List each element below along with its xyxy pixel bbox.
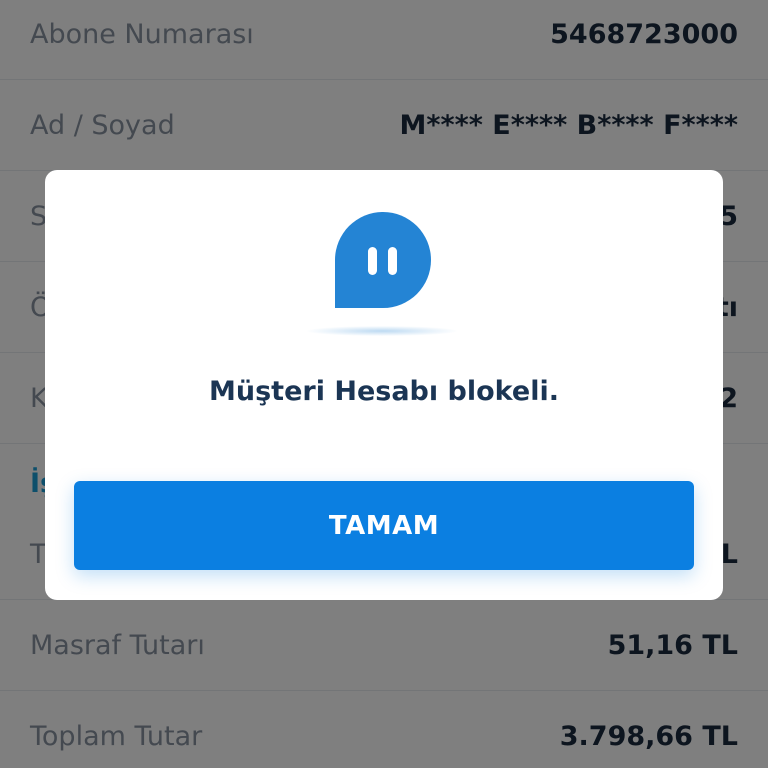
dialog-message: Müşteri Hesabı blokeli. [209, 376, 559, 407]
pause-chat-bubble-icon [335, 212, 431, 308]
icon-shadow [307, 326, 457, 336]
ok-button[interactable]: TAMAM [74, 481, 694, 570]
alert-dialog: Müşteri Hesabı blokeli. TAMAM [45, 170, 723, 600]
